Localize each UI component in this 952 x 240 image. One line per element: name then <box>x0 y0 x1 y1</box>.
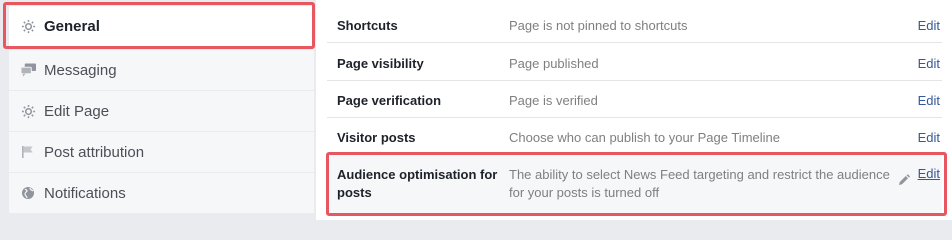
row-label: Visitor posts <box>337 130 416 145</box>
settings-row-visitor-posts: Visitor posts Choose who can publish to … <box>327 118 942 154</box>
row-value: Page is verified <box>509 93 598 108</box>
row-value: Page is not pinned to shortcuts <box>509 18 688 33</box>
row-value: Choose who can publish to your Page Time… <box>509 130 780 145</box>
edit-link[interactable]: Edit <box>918 56 940 71</box>
row-label: Page visibility <box>337 56 424 71</box>
edit-link[interactable]: Edit <box>918 18 940 33</box>
sidebar-item-messaging[interactable]: Messaging <box>9 50 314 90</box>
row-label: Page verification <box>337 93 442 108</box>
settings-row-shortcuts: Shortcuts Page is not pinned to shortcut… <box>327 6 942 43</box>
sidebar-item-label: Notifications <box>44 184 126 202</box>
sidebar-item-label: Post attribution <box>44 143 145 161</box>
edit-link[interactable]: Edit <box>918 93 940 108</box>
flag-icon <box>20 144 36 160</box>
sidebar-item-label: Edit Page <box>44 102 110 120</box>
globe-icon <box>20 185 36 201</box>
messaging-icon <box>20 62 36 78</box>
settings-row-page-visibility: Page visibility Page published Edit <box>327 43 942 81</box>
sidebar-item-notifications[interactable]: Notifications <box>9 173 314 213</box>
settings-row-page-verification: Page verification Page is verified Edit <box>327 81 942 118</box>
row-label: Shortcuts <box>337 18 398 33</box>
highlight-audience-optimisation <box>326 152 947 216</box>
row-value: Page published <box>509 56 599 71</box>
edit-link[interactable]: Edit <box>918 130 940 145</box>
highlight-general <box>3 2 315 49</box>
sidebar-item-post-attribution[interactable]: Post attribution <box>9 132 314 172</box>
sidebar-item-label: Messaging <box>44 61 117 79</box>
gear-icon <box>20 103 36 119</box>
sidebar-item-edit-page[interactable]: Edit Page <box>9 91 314 131</box>
